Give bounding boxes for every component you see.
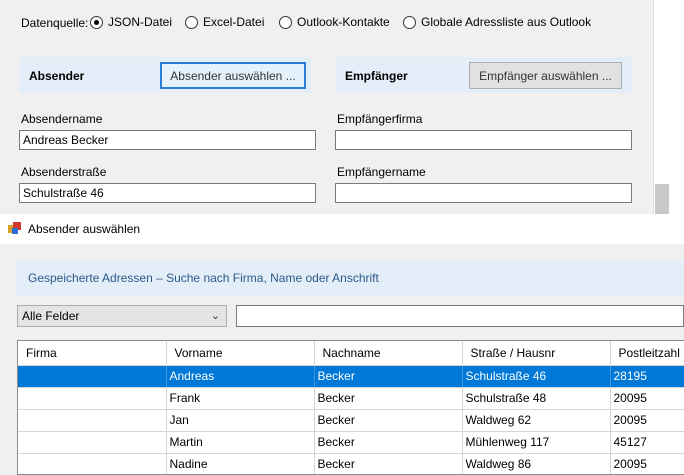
sender-name-label: Absendername	[21, 112, 103, 126]
table-row[interactable]: Martin Becker Mühlenweg 117 45127	[18, 431, 684, 454]
recipient-name-input[interactable]	[335, 183, 632, 203]
radio-global-address-list-label: Globale Adressliste aus Outlook	[421, 15, 592, 29]
cell-nachname[interactable]: Becker	[314, 387, 463, 410]
radio-outlook-contacts-indicator[interactable]	[279, 15, 292, 29]
table-row[interactable]: Jan Becker Waldweg 62 20095	[18, 409, 684, 432]
radio-global-address-list-indicator[interactable]	[403, 15, 416, 29]
search-hint: Gespeicherte Adressen – Suche nach Firma…	[16, 260, 684, 296]
column-header-firma[interactable]: Firma	[18, 341, 167, 366]
cell-plz[interactable]: 45127	[610, 431, 684, 454]
radio-json[interactable]: JSON-Datei	[90, 15, 172, 29]
chevron-down-icon[interactable]: ⌄	[211, 309, 220, 322]
main-form: Datenquelle: JSON-Datei Excel-Datei Outl…	[0, 0, 684, 214]
cell-nachname[interactable]: Becker	[314, 365, 463, 388]
table-header-row: Firma Vorname Nachname Straße / Hausnr P…	[18, 341, 684, 366]
cell-vorname[interactable]: Nadine	[166, 453, 315, 474]
select-sender-button[interactable]: Absender auswählen ...	[160, 62, 306, 89]
table-row[interactable]: Andreas Becker Schulstraße 46 28195	[18, 365, 684, 388]
cell-firma[interactable]	[18, 409, 167, 432]
vertical-scrollbar-track[interactable]	[653, 0, 684, 214]
search-input[interactable]	[236, 305, 684, 327]
select-sender-dialog: Absender auswählen Gespeicherte Adressen…	[0, 214, 684, 475]
cell-nachname[interactable]: Becker	[314, 409, 463, 432]
radio-excel-label: Excel-Datei	[203, 15, 265, 29]
cell-strasse[interactable]: Mühlenweg 117	[462, 431, 611, 454]
sender-title: Absender	[29, 69, 85, 83]
radio-outlook-contacts[interactable]: Outlook-Kontakte	[279, 15, 390, 29]
select-recipient-button[interactable]: Empfänger auswählen ...	[469, 62, 622, 89]
app-icon	[8, 222, 22, 236]
column-header-nachname[interactable]: Nachname	[314, 341, 463, 366]
address-table: Firma Vorname Nachname Straße / Hausnr P…	[18, 341, 684, 474]
radio-global-address-list[interactable]: Globale Adressliste aus Outlook	[403, 15, 591, 29]
cell-vorname[interactable]: Frank	[166, 387, 315, 410]
column-header-postleitzahl[interactable]: Postleitzahl	[610, 341, 684, 366]
radio-outlook-contacts-label: Outlook-Kontakte	[297, 15, 390, 29]
cell-strasse[interactable]: Schulstraße 46	[462, 365, 611, 388]
datasource-label: Datenquelle:	[21, 16, 89, 30]
dialog-titlebar[interactable]: Absender auswählen	[0, 214, 684, 244]
recipient-name-label: Empfängername	[337, 165, 426, 179]
sender-street-label: Absenderstraße	[21, 165, 107, 179]
search-field-select[interactable]: Alle Felder ⌄	[17, 305, 227, 327]
dialog-title: Absender auswählen	[28, 222, 141, 236]
cell-nachname[interactable]: Becker	[314, 453, 463, 474]
search-hint-text: Gespeicherte Adressen – Suche nach Firma…	[28, 271, 379, 285]
cell-plz[interactable]: 20095	[610, 453, 684, 474]
radio-json-label: JSON-Datei	[108, 15, 173, 29]
cell-vorname[interactable]: Jan	[166, 409, 315, 432]
table-row[interactable]: Nadine Becker Waldweg 86 20095	[18, 453, 684, 474]
cell-firma[interactable]	[18, 453, 167, 474]
cell-plz[interactable]: 20095	[610, 409, 684, 432]
address-grid[interactable]: Firma Vorname Nachname Straße / Hausnr P…	[17, 340, 684, 475]
sender-street-input[interactable]: Schulstraße 46	[19, 183, 316, 203]
cell-strasse[interactable]: Waldweg 86	[462, 453, 611, 474]
sender-name-input[interactable]: Andreas Becker	[19, 130, 316, 150]
cell-nachname[interactable]: Becker	[314, 431, 463, 454]
recipient-company-label: Empfängerfirma	[337, 112, 423, 126]
radio-json-indicator[interactable]	[90, 15, 103, 29]
column-header-strasse[interactable]: Straße / Hausnr	[462, 341, 611, 366]
recipient-company-input[interactable]	[335, 130, 632, 150]
cell-vorname[interactable]: Andreas	[166, 365, 315, 388]
cell-plz[interactable]: 20095	[610, 387, 684, 410]
radio-excel[interactable]: Excel-Datei	[185, 15, 264, 29]
cell-strasse[interactable]: Waldweg 62	[462, 409, 611, 432]
cell-vorname[interactable]: Martin	[166, 431, 315, 454]
cell-strasse[interactable]: Schulstraße 48	[462, 387, 611, 410]
search-field-select-value: Alle Felder	[22, 309, 80, 323]
radio-excel-indicator[interactable]	[185, 15, 198, 29]
cell-firma[interactable]	[18, 365, 167, 388]
table-row[interactable]: Frank Becker Schulstraße 48 20095	[18, 387, 684, 410]
recipient-title: Empfänger	[345, 69, 408, 83]
cell-firma[interactable]	[18, 431, 167, 454]
cell-firma[interactable]	[18, 387, 167, 410]
cell-plz[interactable]: 28195	[610, 365, 684, 388]
vertical-scrollbar-thumb[interactable]	[655, 184, 669, 214]
column-header-vorname[interactable]: Vorname	[166, 341, 315, 366]
